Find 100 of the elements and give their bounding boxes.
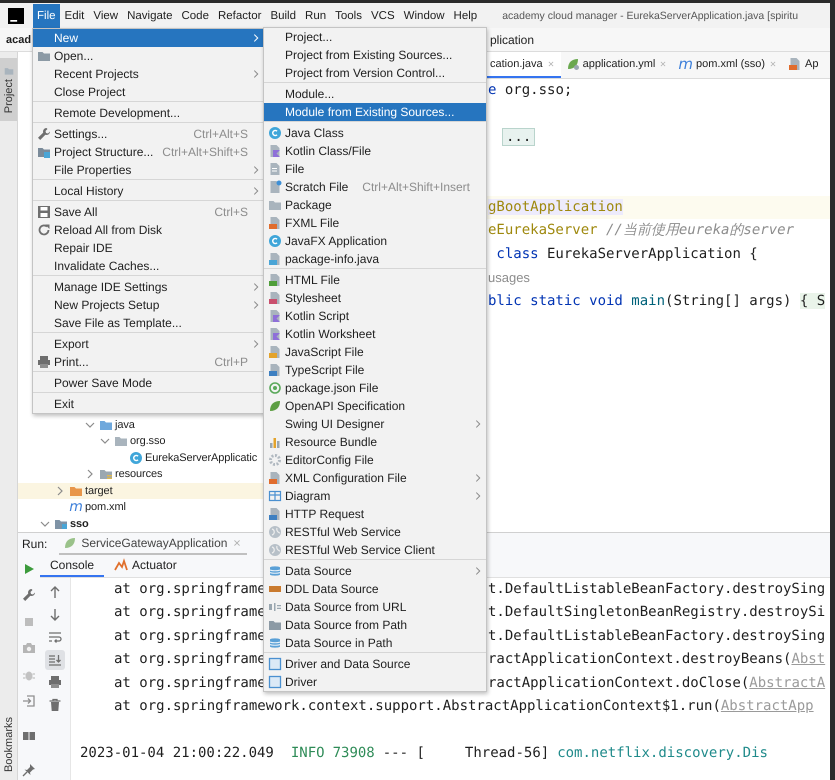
tree-item[interactable]: target [85,484,113,497]
leaf-icon [63,536,78,550]
tree-item[interactable]: pom.xml [85,501,126,514]
menu-bar-item[interactable]: VCS [366,4,399,28]
folded-code[interactable]: ... [502,128,536,146]
logo-icon[interactable] [8,8,24,24]
menu-item[interactable]: Diagram [264,487,486,505]
menu-item[interactable]: Invalidate Caches... [33,257,264,275]
menu-bar-item[interactable]: View [89,4,122,28]
menu-bar-item[interactable]: Help [450,4,482,28]
leaf-icon [268,399,282,413]
globe-icon [268,543,282,557]
menu-item[interactable]: Kotlin Worksheet [264,325,486,343]
menu-item[interactable]: HTTP Request [264,505,486,523]
menu-item[interactable]: Data Source from Path [264,616,486,634]
menu-item[interactable]: Close Project [33,83,264,101]
menu-item[interactable]: Open... [33,47,264,65]
menu-item[interactable]: Print... Ctrl+P [33,353,264,371]
menu-item[interactable]: Save File as Template... [33,314,264,332]
menu-item[interactable]: TypeScript File [264,361,486,379]
panel-label: Run: [22,537,48,551]
menu-item[interactable]: Package [264,196,486,214]
menu-item[interactable]: Project... [264,28,486,46]
close-icon[interactable] [546,59,556,69]
menu-bar-item[interactable]: Build [266,4,300,28]
menu-item[interactable]: Scratch File Ctrl+Alt+Shift+Insert [264,178,486,196]
menu-item[interactable]: JavaScript File [264,343,486,361]
tab-label: pom.xml (sso) [696,58,766,70]
menu-item[interactable]: New [33,29,264,47]
menu-item[interactable]: Resource Bundle [264,433,486,451]
menu-item[interactable]: Remote Development... [33,104,264,122]
tool-window-tab[interactable]: Project [0,58,17,122]
menu-item[interactable]: Module... [264,85,486,103]
menu-item[interactable]: Settings... Ctrl+Alt+S [33,125,264,143]
file-icon [268,216,282,230]
menu-item[interactable]: Recent Projects [33,65,264,83]
console-tab[interactable]: Actuator [104,555,187,577]
menu-bar-item[interactable]: File [33,4,60,28]
editor-tab[interactable]: m pom.xml (sso) [673,52,784,78]
menu-item[interactable]: Exit [33,395,264,413]
close-icon[interactable] [768,59,778,69]
menu-item[interactable]: Kotlin Class/File [264,142,486,160]
menu-item[interactable]: Save All Ctrl+S [33,203,264,221]
breadcrumb-item[interactable]: plication [490,32,534,46]
menu-item[interactable]: File Properties [33,161,264,179]
menu-item[interactable]: New Projects Setup [33,296,264,314]
menu-item[interactable]: FXML File [264,214,486,232]
menu-item[interactable]: File [264,160,486,178]
run-tab[interactable]: ServiceGatewayApplication [59,533,248,555]
menu-bar-item[interactable]: Refactor [214,4,266,28]
tree-item[interactable]: sso [70,518,89,530]
menu-item[interactable]: Manage IDE Settings [33,278,264,296]
menu-item[interactable]: Repair IDE [33,239,264,257]
menu-item[interactable]: Driver [264,673,486,691]
menu-bar-item[interactable]: Code [177,4,213,28]
menu-item[interactable]: Swing UI Designer [264,415,486,433]
code-text: blic static void [488,292,623,309]
close-icon[interactable] [658,59,668,69]
menu-item[interactable]: RESTful Web Service [264,523,486,541]
diagram-icon [268,489,282,503]
tree-item[interactable]: java [115,418,135,431]
menu-item[interactable]: HTML File [264,271,486,289]
tree-item[interactable]: resources [115,468,162,480]
menu-item[interactable]: RESTful Web Service Client [264,541,486,559]
tool-window-tab[interactable]: Bookmarks [0,708,17,780]
menu-item[interactable]: Project Structure... Ctrl+Alt+Shift+S [33,143,264,161]
menu-item[interactable]: package-info.java [264,250,486,268]
tree-item[interactable]: EurekaServerApplicatic [145,452,258,464]
scroll-to-end-button[interactable] [45,650,65,670]
menu-bar-item[interactable]: Navigate [123,4,176,28]
file-icon [268,180,282,194]
menu-bar-item[interactable]: Tools [331,4,366,28]
menu-item[interactable]: Power Save Mode [33,374,264,392]
menu-item[interactable]: EditorConfig File [264,451,486,469]
menu-item[interactable]: JavaFX Application [264,232,486,250]
menu-item[interactable]: package.json File [264,379,486,397]
code-text: class [495,246,539,262]
menu-item[interactable]: OpenAPI Specification [264,397,486,415]
menu-item[interactable]: Export [33,335,264,353]
menu-item[interactable]: Java Class [264,124,486,142]
menu-item[interactable]: Local History [33,182,264,200]
editor-tab[interactable]: Ap [783,52,824,78]
menu-bar-item[interactable]: Edit [60,4,88,28]
menu-item[interactable]: Data Source [264,562,486,580]
menu-item[interactable]: XML Configuration File [264,469,486,487]
menu-item[interactable]: Stylesheet [264,289,486,307]
menu-item[interactable]: Kotlin Script [264,307,486,325]
tree-item[interactable]: org.sso [130,435,166,448]
circle-icon [268,381,282,395]
breadcrumb-item[interactable]: acad [0,34,32,46]
menu-bar-item[interactable]: Run [301,4,330,28]
folder-icon [4,66,14,76]
menu-bar-item[interactable]: Window [400,4,449,28]
menu-item[interactable]: Driver and Data Source [264,655,486,673]
editor-tab[interactable]: application.yml [560,52,674,78]
menu-item[interactable]: Reload All from Disk [33,221,264,239]
menu-item[interactable]: Data Source from URL [264,598,486,616]
menu-item[interactable]: DDL Data Source [264,580,486,598]
menu-item[interactable]: Module from Existing Sources... [264,103,486,121]
menu-item[interactable]: Data Source in Path [264,634,486,652]
